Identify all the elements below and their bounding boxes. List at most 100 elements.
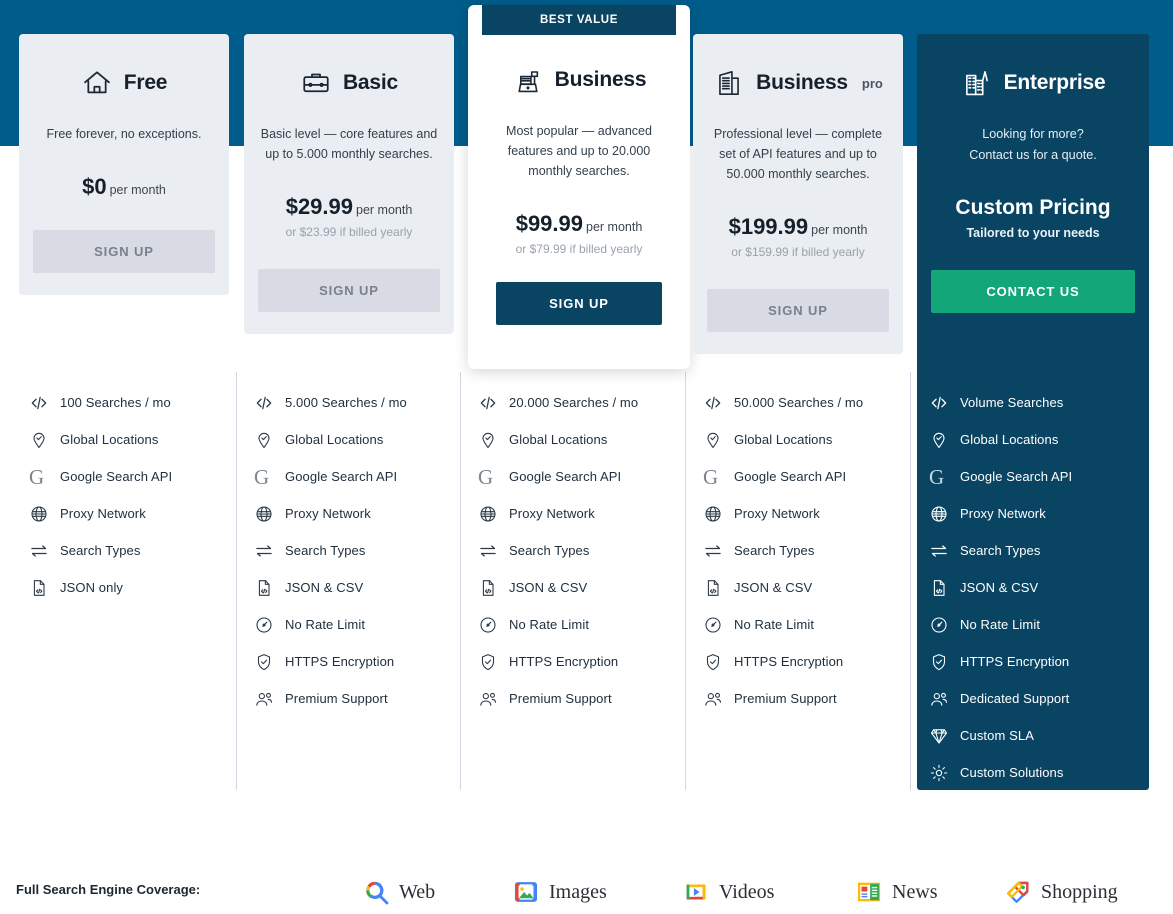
code-icon — [254, 393, 274, 413]
plan-card-business[interactable]: BEST VALUE Business Most popular — advan… — [468, 5, 690, 369]
engine-web[interactable]: Web — [362, 878, 435, 906]
feature-label: Custom SLA — [960, 728, 1034, 743]
shield-check-icon — [478, 652, 498, 672]
feature-label: Global Locations — [734, 432, 833, 447]
feature-label: Proxy Network — [60, 506, 146, 521]
feature-item: HTTPS Encryption — [929, 643, 1144, 680]
feature-item: G Google Search API — [29, 458, 239, 495]
signup-button-business-pro[interactable]: SIGN UP — [707, 289, 889, 332]
feature-label: Google Search API — [285, 469, 398, 484]
people-icon — [929, 689, 949, 709]
feature-item: HTTPS Encryption — [254, 643, 464, 680]
cash-register-icon — [512, 64, 544, 96]
exchange-arrows-icon — [703, 541, 723, 561]
feature-label: Search Types — [734, 543, 815, 558]
feature-item: No Rate Limit — [478, 606, 688, 643]
feature-label: HTTPS Encryption — [285, 654, 395, 669]
google-g-icon: G — [929, 464, 945, 489]
feature-label: 100 Searches / mo — [60, 395, 171, 410]
contact-us-button[interactable]: CONTACT US — [931, 270, 1135, 313]
feature-label: JSON only — [60, 580, 124, 595]
feature-item: No Rate Limit — [254, 606, 464, 643]
feature-item: Search Types — [254, 532, 464, 569]
feature-item: 100 Searches / mo — [29, 384, 239, 421]
signup-button-basic[interactable]: SIGN UP — [258, 269, 440, 312]
pricing-cards: Free Free forever, no exceptions. $0 per … — [0, 0, 1173, 800]
home-icon — [81, 67, 113, 99]
feature-item: No Rate Limit — [703, 606, 913, 643]
feature-item: Volume Searches — [929, 384, 1144, 421]
gauge-icon — [478, 615, 498, 635]
plan-name: Basic — [342, 71, 399, 94]
code-icon — [29, 393, 49, 413]
signup-button-free[interactable]: SIGN UP — [33, 230, 215, 273]
engine-label: Images — [549, 880, 607, 903]
feature-label: Dedicated Support — [960, 691, 1070, 706]
location-pin-icon — [703, 430, 723, 450]
engine-news[interactable]: News — [855, 878, 938, 906]
feature-item: HTTPS Encryption — [703, 643, 913, 680]
price-period: per month — [109, 183, 166, 197]
engine-images[interactable]: Images — [512, 878, 607, 906]
feature-label: Global Locations — [960, 432, 1059, 447]
feature-label: Volume Searches — [960, 395, 1064, 410]
feature-item: G Google Search API — [478, 458, 688, 495]
plan-card-business-pro[interactable]: Business pro Professional level — complet… — [693, 34, 903, 354]
file-code-icon — [254, 578, 274, 598]
feature-label: No Rate Limit — [509, 617, 590, 632]
plan-name: Business — [756, 71, 848, 94]
price-period: per month — [356, 203, 413, 217]
google-g-icon: G — [478, 464, 494, 489]
plan-name: Free — [123, 71, 168, 94]
price-block: $29.99 per month or $23.99 if billed year… — [258, 194, 440, 239]
engine-shopping[interactable]: Shopping — [1004, 878, 1118, 906]
feature-item: Premium Support — [254, 680, 464, 717]
feature-item: 20.000 Searches / mo — [478, 384, 688, 421]
plan-name-superscript: pro — [861, 75, 883, 91]
best-value-badge: BEST VALUE — [482, 5, 676, 35]
feature-label: Premium Support — [509, 691, 612, 706]
search-engine-coverage-footer: Full Search Engine Coverage: Web Images … — [0, 868, 1173, 914]
exchange-arrows-icon — [929, 541, 949, 561]
feature-label: Search Types — [960, 543, 1041, 558]
engine-label: News — [892, 880, 938, 903]
price-row: $29.99 per month — [258, 194, 440, 220]
price-yearly: or $159.99 if billed yearly — [731, 245, 865, 259]
price-amount: Custom Pricing — [955, 196, 1111, 219]
feature-label: HTTPS Encryption — [960, 654, 1070, 669]
feature-item: Global Locations — [703, 421, 913, 458]
feature-item: G Google Search API — [254, 458, 464, 495]
feature-item: Proxy Network — [478, 495, 688, 532]
code-icon — [478, 393, 498, 413]
location-pin-icon — [929, 430, 949, 450]
price-row: $199.99 per month — [707, 214, 889, 240]
exchange-arrows-icon — [478, 541, 498, 561]
feature-item: Premium Support — [478, 680, 688, 717]
plan-header: Business pro — [707, 60, 889, 106]
location-pin-icon — [29, 430, 49, 450]
feature-label: Proxy Network — [509, 506, 595, 521]
people-icon — [703, 689, 723, 709]
price-amount: $29.99 — [285, 194, 353, 219]
globe-icon — [703, 504, 723, 524]
feature-item: JSON & CSV — [703, 569, 913, 606]
feature-item: Proxy Network — [29, 495, 239, 532]
feature-label: 50.000 Searches / mo — [734, 395, 864, 410]
signup-button-business[interactable]: SIGN UP — [496, 282, 662, 325]
price-block: $99.99 per month or $79.99 if billed year… — [496, 211, 662, 256]
engine-videos[interactable]: Videos — [682, 878, 774, 906]
plan-header: Enterprise — [931, 60, 1135, 106]
plan-card-free[interactable]: Free Free forever, no exceptions. $0 per … — [19, 34, 229, 295]
price-row: $0 per month — [33, 174, 215, 200]
feature-label: Search Types — [285, 543, 366, 558]
office-building-icon — [713, 67, 745, 99]
feature-label: JSON & CSV — [960, 580, 1039, 595]
feature-list-basic: 5.000 Searches / mo Global Locations G G… — [254, 384, 464, 717]
google-g-icon: G — [254, 464, 270, 489]
plan-name: Enterprise — [1003, 71, 1106, 94]
plan-card-basic[interactable]: Basic Basic level — core features and up… — [244, 34, 454, 334]
globe-icon — [254, 504, 274, 524]
feature-label: HTTPS Encryption — [734, 654, 844, 669]
plan-header: Free — [33, 60, 215, 106]
feature-item: JSON & CSV — [478, 569, 688, 606]
